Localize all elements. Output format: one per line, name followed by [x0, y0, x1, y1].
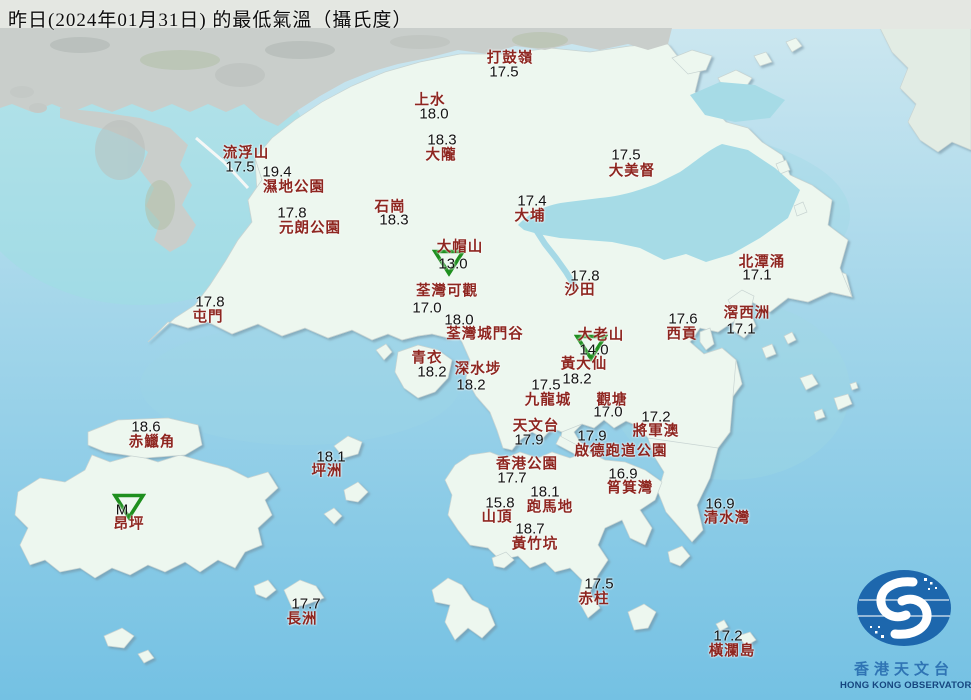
hko-logo: 香港天文台 HONG KONG OBSERVATORY — [840, 568, 971, 691]
station-name-label: 昂坪 — [113, 516, 145, 533]
hko-logo-emblem — [857, 570, 951, 646]
station-name-label: 西貢 — [666, 326, 698, 343]
map-title: 昨日(2024年01月31日) 的最低氣溫（攝氏度） — [8, 10, 413, 31]
station-name-label: 元朗公園 — [279, 220, 341, 237]
station-name-label: 深水埗 — [454, 361, 502, 378]
station-name-label: 石崗 — [374, 199, 406, 216]
station-value: 13.0 — [438, 255, 468, 273]
station-name-label: 打鼓嶺 — [486, 50, 534, 67]
station-name-label: 橫瀾島 — [708, 643, 756, 660]
hko-logo-chinese: 香港天文台 — [853, 662, 954, 678]
station-name-label: 坪洲 — [311, 463, 343, 480]
station-value: 18.2 — [456, 376, 486, 394]
station-value: 17.0 — [412, 299, 442, 317]
station-name-label: 沙田 — [564, 282, 596, 299]
station-name-label: 黃大仙 — [560, 356, 608, 373]
station-name-label: 赤柱 — [578, 591, 610, 608]
station-name-label: 滘西洲 — [723, 305, 771, 322]
station-name-label: 北潭涌 — [738, 254, 786, 271]
min-temperature-map: 昨日(2024年01月31日) 的最低氣溫（攝氏度） 17.5 打鼓嶺 18.0 上水… — [0, 0, 971, 700]
station-name-label: 大埔 — [514, 208, 546, 225]
station-name-label: 長洲 — [286, 611, 318, 628]
station-name-label: 香港公園 — [496, 456, 558, 473]
station-name-label: 上水 — [414, 92, 446, 109]
station-name-label: 流浮山 — [222, 145, 270, 162]
station-name-label: 荃灣城門谷 — [446, 326, 524, 343]
station-name-label: 大老山 — [577, 327, 625, 344]
station-name-label: 九龍城 — [524, 392, 572, 409]
hong-kong-basemap — [0, 0, 971, 700]
station-name-label: 筲箕灣 — [606, 480, 654, 497]
station-value: 17.1 — [726, 320, 756, 338]
station-name-label: 跑馬地 — [526, 499, 574, 516]
station-name-label: 清水灣 — [703, 510, 751, 527]
station-name-label: 將軍澳 — [632, 423, 680, 440]
station-name-label: 啟德跑道公園 — [574, 443, 668, 460]
hko-logo-english: HONG KONG OBSERVATORY — [840, 680, 971, 691]
station-name-label: 屯門 — [192, 309, 224, 326]
station-name-label: 天文台 — [512, 418, 560, 435]
station-name-label: 大隴 — [425, 147, 457, 164]
station-name-label: 赤鱲角 — [128, 434, 176, 451]
station-name-label: 黃竹坑 — [511, 536, 559, 553]
station-name-label: 觀塘 — [596, 392, 628, 409]
station-name-label: 大帽山 — [436, 239, 484, 256]
station-name-label: 濕地公園 — [263, 179, 325, 196]
station-name-label: 大美督 — [608, 163, 656, 180]
station-name-label: 青衣 — [411, 350, 443, 367]
station-name-label: 山頂 — [481, 509, 513, 526]
station-name-label: 荃灣可觀 — [416, 283, 478, 300]
